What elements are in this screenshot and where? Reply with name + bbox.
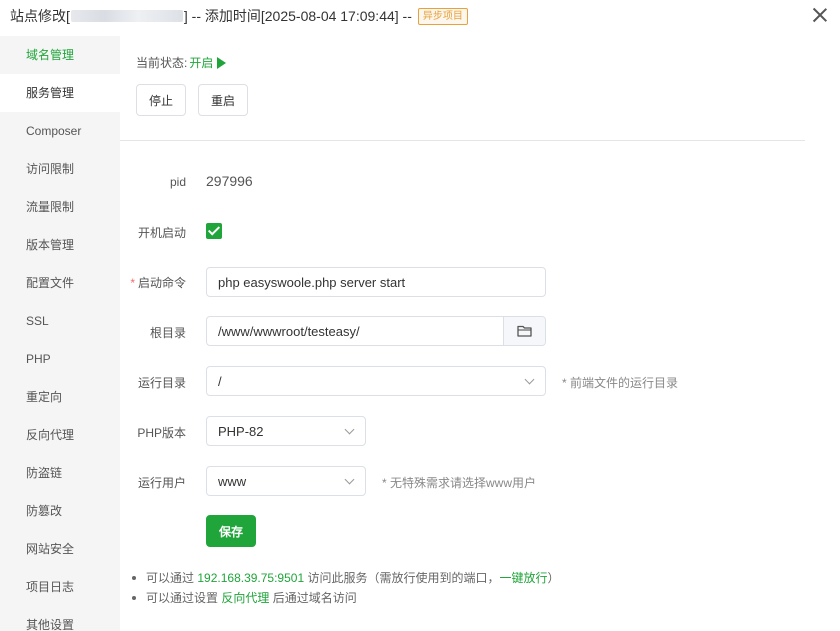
autostart-checkbox[interactable] — [206, 223, 222, 239]
start-command-label: * 启动命令 — [120, 274, 186, 291]
play-icon — [217, 56, 227, 69]
folder-picker-button[interactable] — [503, 317, 545, 345]
sidebar-item-version[interactable]: 版本管理 — [0, 226, 120, 264]
chevron-down-icon — [344, 424, 355, 435]
sidebar-item-security[interactable]: 网站安全 — [0, 530, 120, 568]
root-dir-value: /www/wwwroot/testeasy/ — [218, 323, 360, 339]
title-suffix: ] -- 添加时间[2025-08-04 17:09:44] -- — [183, 8, 412, 24]
sidebar-item-ssl[interactable]: SSL — [0, 302, 120, 340]
required-mark: * — [130, 276, 135, 290]
run-user-select[interactable]: www — [206, 466, 366, 496]
save-button[interactable]: 保存 — [206, 515, 256, 547]
start-command-value: php easyswoole.php server start — [218, 274, 406, 290]
note-text: ） — [547, 571, 560, 585]
sidebar-item-other[interactable]: 其他设置 — [0, 606, 120, 631]
service-panel: 当前状态: 开启 停止 重启 pid 297996 开机启动 * 启动命令 php… — [120, 36, 840, 631]
php-version-value: PHP-82 — [218, 423, 264, 439]
sidebar-item-php[interactable]: PHP — [0, 340, 120, 378]
sidebar-item-composer[interactable]: Composer — [0, 112, 120, 150]
reverse-proxy-link[interactable]: 反向代理 — [221, 591, 269, 605]
open-port-link[interactable]: 一键放行 — [500, 571, 548, 585]
sidebar-item-hotlink[interactable]: 防盗链 — [0, 454, 120, 492]
pid-value: 297996 — [206, 173, 253, 189]
sidebar-item-domain[interactable]: 域名管理 — [0, 36, 120, 74]
list-item: 可以通过 192.168.39.75:9501 访问此服务（需放行使用到的端口，… — [130, 568, 560, 588]
run-dir-select[interactable]: / — [206, 366, 546, 396]
service-address: 192.168.39.75:9501 — [197, 571, 305, 585]
list-item: 可以通过设置 反向代理 后通过域名访问 — [130, 588, 560, 608]
async-project-tag: 异步项目 — [417, 7, 468, 25]
root-dir-input[interactable]: /www/wwwroot/testeasy/ — [206, 316, 546, 346]
status-label: 当前状态: — [136, 56, 188, 70]
sidebar-item-logs[interactable]: 项目日志 — [0, 568, 120, 606]
chevron-down-icon — [344, 474, 355, 485]
sidebar-item-config[interactable]: 配置文件 — [0, 264, 120, 302]
dialog-titlebar: 站点修改[ ] -- 添加时间[2025-08-04 17:09:44] -- … — [0, 0, 840, 36]
sidebar-item-tamper[interactable]: 防篡改 — [0, 492, 120, 530]
sidebar-item-traffic-limit[interactable]: 流量限制 — [0, 188, 120, 226]
help-notes: 可以通过 192.168.39.75:9501 访问此服务（需放行使用到的端口，… — [130, 568, 560, 608]
note-text: 访问此服务（需放行使用到的端口， — [307, 571, 500, 585]
run-user-label: 运行用户 — [137, 476, 186, 490]
sidebar: 域名管理 服务管理 Composer 访问限制 流量限制 版本管理 配置文件 S… — [0, 36, 120, 631]
title-prefix: 站点修改[ — [10, 8, 70, 24]
run-dir-label: 运行目录 — [137, 376, 186, 390]
chevron-down-icon — [524, 374, 535, 385]
note-text: 可以通过设置 — [146, 591, 219, 605]
sidebar-item-service[interactable]: 服务管理 — [0, 74, 120, 112]
sidebar-item-access-limit[interactable]: 访问限制 — [0, 150, 120, 188]
stop-button[interactable]: 停止 — [136, 84, 186, 116]
folder-icon — [516, 325, 532, 337]
close-icon[interactable] — [810, 5, 830, 25]
php-version-label: PHP版本 — [137, 426, 186, 440]
redacted-site-name — [70, 10, 183, 22]
pid-label: pid — [169, 175, 186, 189]
root-dir-label: 根目录 — [149, 326, 186, 340]
restart-button[interactable]: 重启 — [198, 84, 248, 116]
status-value: 开启 — [189, 56, 214, 70]
status-line: 当前状态: 开启 — [136, 54, 227, 71]
run-user-value: www — [218, 473, 247, 489]
divider — [120, 140, 805, 141]
start-command-label-text: 启动命令 — [137, 276, 186, 290]
autostart-label: 开机启动 — [137, 226, 186, 240]
php-version-select[interactable]: PHP-82 — [206, 416, 366, 446]
note-text: 后通过域名访问 — [272, 591, 357, 605]
note-text: 可以通过 — [146, 571, 195, 585]
run-user-hint: * 无特殊需求请选择www用户 — [382, 476, 537, 490]
dialog-title: 站点修改[ ] -- 添加时间[2025-08-04 17:09:44] -- … — [10, 6, 468, 26]
run-dir-value: / — [218, 373, 222, 389]
sidebar-item-reverse-proxy[interactable]: 反向代理 — [0, 416, 120, 454]
run-dir-hint: * 前端文件的运行目录 — [562, 376, 679, 390]
sidebar-item-redirect[interactable]: 重定向 — [0, 378, 120, 416]
start-command-input[interactable]: php easyswoole.php server start — [206, 267, 546, 297]
